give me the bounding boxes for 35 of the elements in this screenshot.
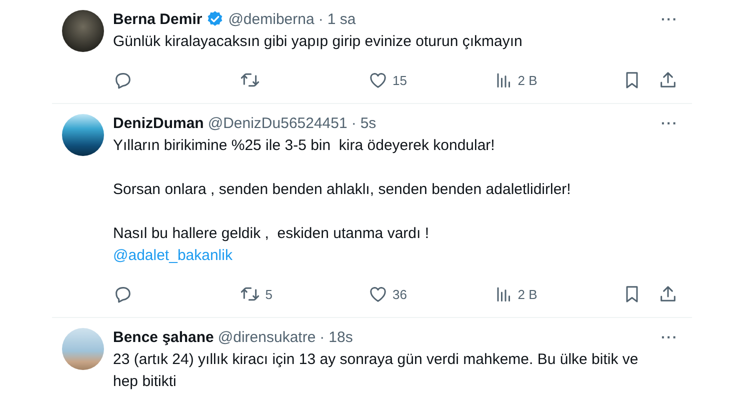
bar-chart-icon[interactable] bbox=[494, 285, 513, 303]
avatar-photo[interactable] bbox=[62, 10, 104, 52]
avatar-photo[interactable] bbox=[62, 114, 104, 156]
user-name[interactable]: DenizDuman bbox=[113, 114, 204, 132]
user-name[interactable]: Bence şahane bbox=[113, 328, 214, 346]
separator-dot: · bbox=[320, 328, 325, 346]
user-name[interactable]: Berna Demir bbox=[113, 10, 202, 28]
more-options-button[interactable]: ··· bbox=[661, 329, 678, 345]
user-handle[interactable]: @dirensukatre bbox=[218, 328, 316, 346]
more-options-button[interactable]: ··· bbox=[661, 115, 678, 131]
reply-icon[interactable] bbox=[113, 284, 133, 304]
post-text: Sorsan onlara , senden benden ahlaklı, senden benden adaletlidirler! bbox=[113, 180, 571, 200]
user-handle[interactable]: @demiberna bbox=[228, 10, 314, 28]
like-count: 36 bbox=[392, 286, 407, 302]
post-text: Nasıl bu hallere geldik , eskiden utanma vardı ! bbox=[113, 224, 430, 244]
like-count: 15 bbox=[392, 72, 407, 88]
post-text: Yılların birikimine %25 ile 3-5 bin kira ödeyerek kondular! bbox=[113, 136, 495, 156]
reply-icon[interactable] bbox=[113, 70, 133, 90]
post-time[interactable]: 18s bbox=[328, 328, 353, 346]
bar-chart-icon[interactable] bbox=[494, 71, 513, 89]
post-text: Günlük kiralayacaksın gibi yapıp girip evinize oturun çıkmayın bbox=[113, 32, 522, 52]
heart-icon[interactable] bbox=[368, 284, 388, 304]
post-text: 23 (artık 24) yıllık kiracı için 13 ay sonraya gün verdi mahkeme. Bu ülke bitik ve hep bitikti bbox=[113, 350, 640, 392]
share-icon[interactable] bbox=[658, 284, 678, 304]
heart-icon[interactable] bbox=[368, 70, 388, 90]
separator-dot: · bbox=[318, 10, 324, 28]
post-time[interactable]: 5s bbox=[360, 114, 376, 132]
share-icon[interactable] bbox=[658, 70, 678, 90]
view-count: 2 B bbox=[518, 72, 538, 88]
user-handle[interactable]: @DenizDu56524451 bbox=[208, 114, 348, 132]
more-options-button[interactable]: ··· bbox=[661, 11, 678, 27]
separator-dot: · bbox=[351, 114, 356, 132]
post-time[interactable]: 1 sa bbox=[327, 10, 356, 28]
view-count: 2 B bbox=[518, 286, 538, 302]
retweet-count: 5 bbox=[265, 286, 272, 302]
